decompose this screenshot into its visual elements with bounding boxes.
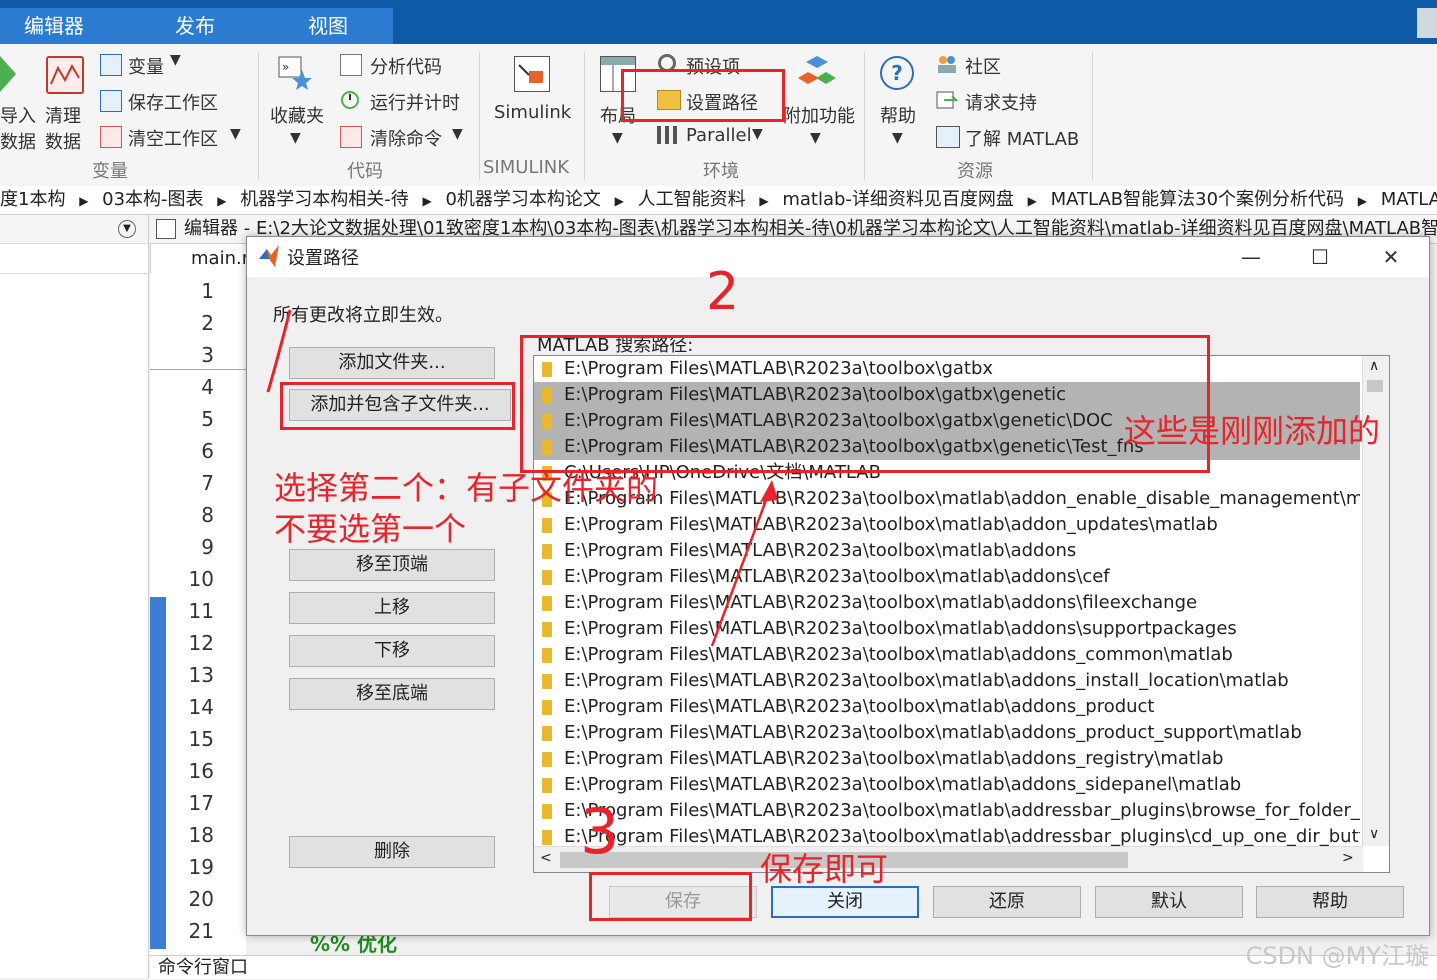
annotation-stroke-one bbox=[266, 309, 292, 393]
annotation-arrow-line bbox=[710, 483, 774, 647]
watermark: CSDN @MY江璇 bbox=[1245, 942, 1429, 970]
annotation-added-note: 这些是刚刚添加的 bbox=[1124, 412, 1381, 450]
annotation-choose-note-1: 选择第二个：有子文件夹的 bbox=[274, 469, 659, 507]
annotation-strokes bbox=[266, 309, 778, 647]
annotation-number-three: 3 bbox=[580, 795, 620, 868]
annotation-choose-note-2: 不要选第一个 bbox=[274, 510, 467, 548]
annotation-number-two: 2 bbox=[706, 262, 740, 322]
annotation-arrow-head bbox=[760, 480, 778, 502]
annotation-save-note: 保存即可 bbox=[760, 850, 889, 888]
